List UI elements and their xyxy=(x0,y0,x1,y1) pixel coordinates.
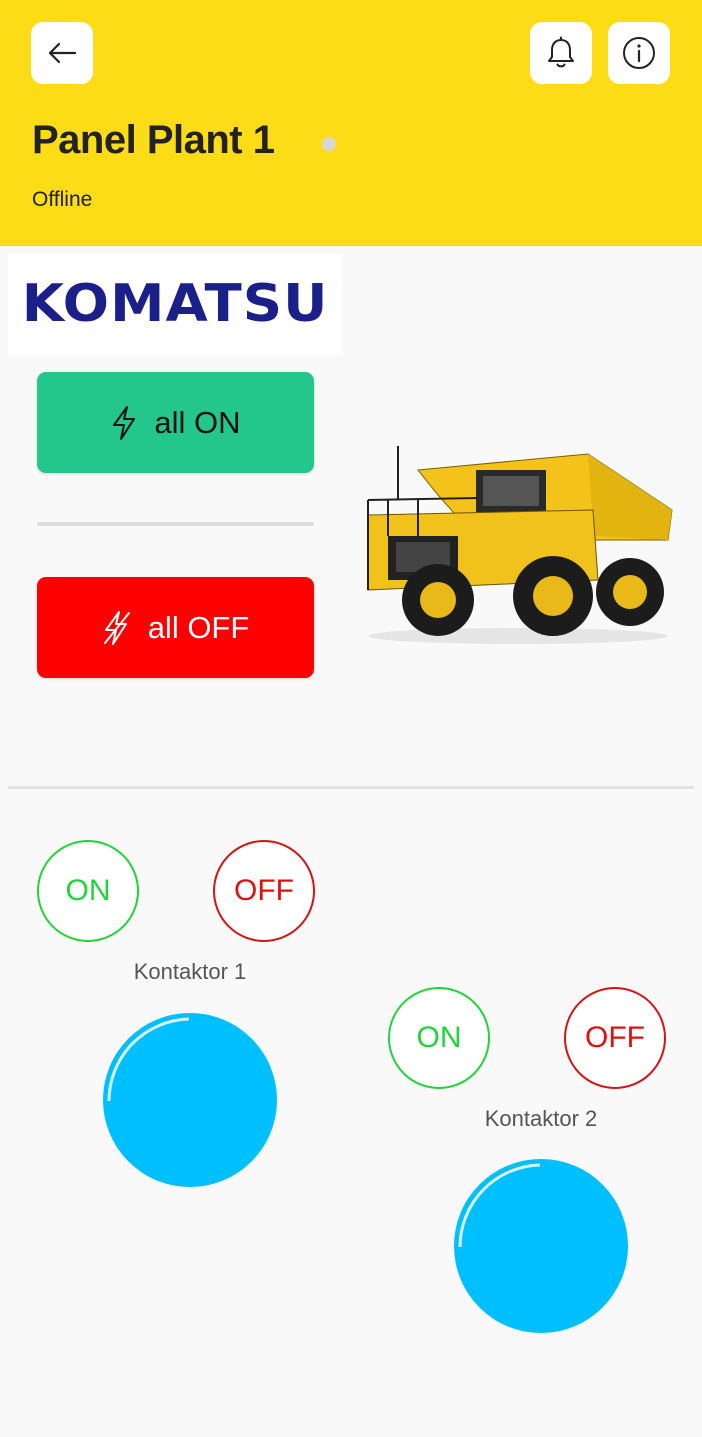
kontaktor-1-indicator-lamp xyxy=(103,1013,277,1187)
kontaktor-1-off-label: OFF xyxy=(234,874,294,907)
kontaktor-1-on-button[interactable]: ON xyxy=(37,840,139,942)
kontaktor-2-indicator-lamp xyxy=(454,1159,628,1333)
connection-status-dot xyxy=(322,137,336,151)
page-title: Panel Plant 1 xyxy=(32,118,275,162)
kontaktor-2-off-button[interactable]: OFF xyxy=(564,987,666,1089)
all-on-label: all ON xyxy=(154,404,241,440)
all-off-label: all OFF xyxy=(147,609,250,645)
info-icon xyxy=(623,37,655,69)
kontaktor-1-on-label: ON xyxy=(65,874,111,907)
notifications-button[interactable] xyxy=(530,22,592,84)
back-button[interactable] xyxy=(31,22,93,84)
lamp-highlight-icon xyxy=(107,1017,190,1102)
info-button[interactable] xyxy=(608,22,670,84)
kontaktor-1-label: Kontaktor 1 xyxy=(133,959,247,984)
bell-icon xyxy=(548,36,574,68)
controls-divider xyxy=(8,786,694,789)
all-off-button[interactable]: all OFF xyxy=(37,577,314,678)
kontaktor-2-on-button[interactable]: ON xyxy=(388,987,490,1089)
section-divider xyxy=(37,522,314,526)
lamp-highlight-icon xyxy=(458,1163,541,1248)
kontaktor-2-label: Kontaktor 2 xyxy=(484,1106,598,1131)
lightning-off-icon xyxy=(103,610,130,645)
brand-logo: KOMATSU xyxy=(8,253,342,355)
dump-truck-image xyxy=(367,446,673,644)
kontaktor-1-off-button[interactable]: OFF xyxy=(213,840,315,942)
connection-status-text: Offline xyxy=(32,188,93,211)
brand-logo-text: KOMATSU xyxy=(21,274,329,334)
app-header: Panel Plant 1 Offline xyxy=(0,0,702,246)
all-on-button[interactable]: all ON xyxy=(37,372,314,473)
lightning-icon xyxy=(113,405,136,440)
kontaktor-2-off-label: OFF xyxy=(585,1021,645,1054)
kontaktor-2-on-label: ON xyxy=(416,1021,462,1054)
arrow-left-icon xyxy=(48,42,77,64)
